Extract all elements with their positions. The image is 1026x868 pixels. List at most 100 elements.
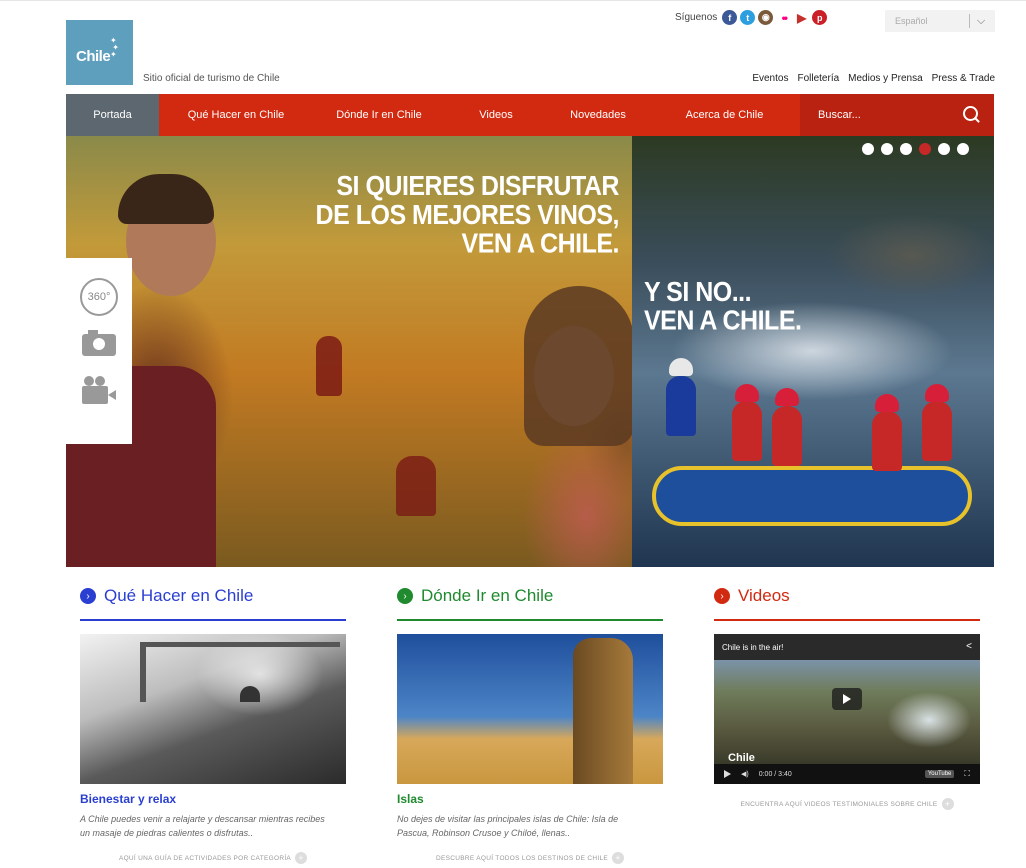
video-title[interactable]: Chile is in the air! xyxy=(722,643,783,652)
video-body xyxy=(82,386,108,404)
hero-right-headline: Y SI NO... VEN A CHILE. xyxy=(644,276,802,337)
video-player[interactable]: Chile is in the air! < Chile ◀) 0:00 / 3… xyxy=(714,634,980,784)
column-rule xyxy=(714,619,980,621)
logo-stars-icon: ✦ ✦ ✦ xyxy=(110,36,119,59)
nav-novedades[interactable]: Novedades xyxy=(547,94,649,136)
chevron-right-icon: › xyxy=(80,588,96,604)
chile-logo[interactable]: ✦ ✦ ✦ Chile xyxy=(66,20,133,85)
carousel-dot[interactable] xyxy=(881,143,893,155)
spa-image[interactable] xyxy=(80,634,346,784)
column-title[interactable]: Dónde Ir en Chile xyxy=(421,586,553,606)
nav-videos[interactable]: Videos xyxy=(445,94,547,136)
chevron-down-icon[interactable]: ⌵ xyxy=(970,15,992,28)
carousel-dots xyxy=(862,143,969,155)
instagram-icon[interactable]: ◉ xyxy=(758,10,774,25)
play-button[interactable] xyxy=(832,688,862,710)
link-medios-prensa[interactable]: Medios y Prensa xyxy=(848,73,922,84)
column-more-link[interactable]: ENCUENTRA AQUÍ VIDEOS TESTIMONIALES SOBR… xyxy=(714,798,980,810)
carousel-dot-active[interactable] xyxy=(919,143,931,155)
language-value: Español xyxy=(895,16,928,26)
hero-right-line-1: Y SI NO... xyxy=(644,276,752,308)
hero-left-headline: SI QUIERES DISFRUTAR DE LOS MEJORES VINO… xyxy=(316,171,620,259)
column-que-hacer: › Qué Hacer en Chile Bienestar y relax A… xyxy=(80,584,346,864)
social-follow: Síguenos f t ◉ •• ▶ p xyxy=(675,10,828,25)
column-title[interactable]: Qué Hacer en Chile xyxy=(104,586,253,606)
post xyxy=(140,642,146,702)
view-360-icon[interactable]: 360° xyxy=(80,278,118,316)
column-donde-ir: › Dónde Ir en Chile Islas No dejes de vi… xyxy=(397,584,663,864)
utility-links: Eventos Folletería Medios y Prensa Press… xyxy=(752,73,995,84)
rafter xyxy=(772,406,802,466)
nav-portada[interactable]: Portada xyxy=(66,94,159,136)
column-subtitle[interactable]: Bienestar y relax xyxy=(80,792,346,806)
follow-label: Síguenos xyxy=(675,12,718,23)
moai-statue xyxy=(573,638,633,784)
rafter xyxy=(732,401,762,461)
column-more-link[interactable]: AQUÍ UNA GUÍA DE ACTIVIDADES POR CATEGOR… xyxy=(80,852,346,864)
plus-icon: + xyxy=(941,798,954,810)
chevron-right-icon: › xyxy=(714,588,730,604)
column-rule xyxy=(397,619,663,621)
man-hair xyxy=(118,174,214,224)
rafter xyxy=(666,376,696,436)
youtube-icon[interactable]: ▶ xyxy=(794,10,809,25)
search-placeholder: Buscar... xyxy=(818,109,861,121)
share-icon[interactable]: < xyxy=(966,641,972,652)
column-heading[interactable]: › Dónde Ir en Chile xyxy=(397,584,663,608)
hero-right-line-2: VEN A CHILE. xyxy=(644,305,802,337)
main-nav: Portada Qué Hacer en Chile Dónde Ir en C… xyxy=(66,94,994,136)
video-camera-icon[interactable] xyxy=(82,376,116,404)
search-box[interactable]: Buscar... xyxy=(800,94,994,136)
link-folleteria[interactable]: Folletería xyxy=(797,73,839,84)
column-more-link[interactable]: DESCUBRE AQUÍ TODOS LOS DESTINOS DE CHIL… xyxy=(397,852,663,864)
hero-carousel[interactable]: SI QUIERES DISFRUTAR DE LOS MEJORES VINO… xyxy=(66,136,994,567)
moai-image[interactable] xyxy=(397,634,663,784)
column-subtitle[interactable]: Islas xyxy=(397,792,663,806)
rafter xyxy=(922,401,952,461)
video-thumbnail xyxy=(714,660,980,764)
column-videos: › Videos Chile is in the air! < Chile ◀)… xyxy=(714,584,980,810)
video-logo: Chile xyxy=(728,752,755,764)
column-title[interactable]: Videos xyxy=(738,586,790,606)
column-description: A Chile puedes venir a relajarte y desca… xyxy=(80,814,325,838)
video-reel xyxy=(95,376,105,386)
twitter-icon[interactable]: t xyxy=(740,10,756,25)
more-text: ENCUENTRA AQUÍ VIDEOS TESTIMONIALES SOBR… xyxy=(740,800,938,808)
rafter xyxy=(872,411,902,471)
carousel-dot[interactable] xyxy=(938,143,950,155)
wine-glass-1 xyxy=(316,336,342,396)
rafter-helmet xyxy=(925,384,949,402)
fullscreen-icon[interactable]: ⛶ xyxy=(964,769,970,779)
nav-donde-ir[interactable]: Dónde Ir en Chile xyxy=(313,94,445,136)
top-border xyxy=(0,0,1026,5)
link-eventos[interactable]: Eventos xyxy=(752,73,788,84)
pinterest-icon[interactable]: p xyxy=(812,10,828,25)
link-press-trade[interactable]: Press & Trade xyxy=(932,73,995,84)
carousel-dot[interactable] xyxy=(900,143,912,155)
chevron-right-icon: › xyxy=(397,588,413,604)
carousel-dot[interactable] xyxy=(862,143,874,155)
column-heading[interactable]: › Videos xyxy=(714,584,980,608)
hero-left-line-3: VEN A CHILE. xyxy=(461,228,620,259)
volume-icon[interactable]: ◀) xyxy=(741,770,749,778)
facebook-icon[interactable]: f xyxy=(722,10,738,25)
play-icon[interactable] xyxy=(724,770,731,778)
logo-text: Chile xyxy=(76,48,111,65)
video-title-bar: Chile is in the air! xyxy=(714,634,980,660)
more-text: DESCUBRE AQUÍ TODOS LOS DESTINOS DE CHIL… xyxy=(435,854,609,862)
language-select[interactable]: Español ⌵ xyxy=(885,10,995,32)
carousel-dot[interactable] xyxy=(957,143,969,155)
nav-acerca[interactable]: Acerca de Chile xyxy=(649,94,800,136)
beam xyxy=(140,642,340,647)
hero-left-line-1: SI QUIERES DISFRUTAR xyxy=(336,171,619,202)
video-time: 0:00 / 3:40 xyxy=(758,770,792,778)
flickr-icon[interactable]: •• xyxy=(776,10,791,25)
rafter-helmet xyxy=(669,358,693,376)
rafter-helmet xyxy=(875,394,899,412)
more-text: AQUÍ UNA GUÍA DE ACTIVIDADES POR CATEGOR… xyxy=(118,854,292,862)
youtube-badge[interactable]: YouTube xyxy=(924,770,955,778)
search-icon[interactable] xyxy=(963,106,978,121)
nav-que-hacer[interactable]: Qué Hacer en Chile xyxy=(159,94,313,136)
camera-icon[interactable] xyxy=(82,330,116,356)
column-heading[interactable]: › Qué Hacer en Chile xyxy=(80,584,346,608)
